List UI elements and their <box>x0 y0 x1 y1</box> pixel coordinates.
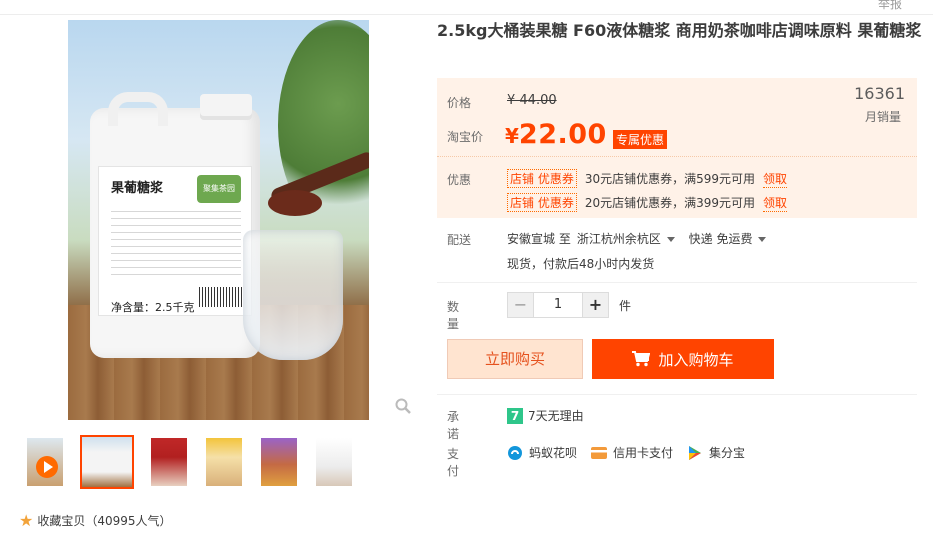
image-syrup-jug: 果葡糖浆 聚集茶园 净含量：2.5千克 <box>90 92 260 358</box>
star-icon: ★ <box>19 511 34 530</box>
jifenbao-icon <box>689 445 702 460</box>
main-product-image[interactable]: 果葡糖浆 聚集茶园 净含量：2.5千克 <box>68 20 369 420</box>
quantity-stepper: − 1 + <box>507 292 609 318</box>
cart-icon <box>632 351 651 367</box>
buy-now-button[interactable]: 立即购买 <box>447 339 583 379</box>
coupon-desc: 30元店铺优惠券，满599元可用 <box>584 172 756 186</box>
coupon-row: 店铺 优惠券 20元店铺优惠券，满399元可用 领取 <box>507 193 788 212</box>
delivery-label: 配送 <box>447 233 472 247</box>
coupon-row: 店铺 优惠券 30元店铺优惠券，满599元可用 领取 <box>507 169 788 188</box>
price-divider <box>437 156 917 157</box>
payment-jifenbao[interactable]: 集分宝 <box>687 444 745 461</box>
chevron-down-icon <box>666 237 675 242</box>
add-to-cart-button[interactable]: 加入购物车 <box>592 339 774 379</box>
chevron-down-icon <box>758 237 767 242</box>
quantity-input[interactable]: 1 <box>534 292 582 318</box>
jug-label-title: 果葡糖浆 <box>111 181 164 196</box>
huabei-icon <box>508 445 522 460</box>
current-price: ¥22.00 <box>505 119 607 150</box>
add-to-cart-label: 加入购物车 <box>658 350 734 369</box>
thumbnail-item[interactable] <box>149 436 189 488</box>
thumbnail-video[interactable] <box>25 436 65 488</box>
report-link[interactable]: 举报 <box>878 0 902 12</box>
coupon-desc: 20元店铺优惠券，满399元可用 <box>584 196 756 210</box>
thumbnail-item[interactable] <box>259 436 299 488</box>
divider <box>437 394 917 395</box>
original-price: ¥ 44.00 <box>507 93 557 108</box>
coupon-claim-link[interactable]: 领取 <box>763 194 788 212</box>
quantity-unit: 件 <box>619 299 632 313</box>
coupon-label: 优惠 <box>447 173 472 187</box>
monthly-sales-label: 月销量 <box>864 110 901 124</box>
delivery-note: 现货，付款后48小时内发货 <box>507 257 655 271</box>
favorite-button[interactable]: ★ 收藏宝贝（40995人气） <box>19 511 172 530</box>
payment-huabei[interactable]: 蚂蚁花呗 <box>507 444 577 461</box>
image-spoon-bowl <box>268 190 322 216</box>
price-panel: 价格 ¥ 44.00 淘宝价 ¥22.00 专属优惠 16361 月销量 优惠 … <box>437 78 917 218</box>
shipping-selector[interactable]: 快递 免运费 <box>689 230 767 247</box>
image-glass <box>243 230 343 360</box>
exclusive-deal-badge: 专属优惠 <box>613 130 668 149</box>
promise-label: 承诺 <box>447 410 460 441</box>
jug-label-logo: 聚集茶园 <box>197 175 241 203</box>
quantity-increase-button[interactable]: + <box>582 292 609 318</box>
price-label: 价格 <box>447 96 472 110</box>
thumbnail-item[interactable] <box>314 436 354 488</box>
promise-text[interactable]: 7天无理由 <box>528 407 584 424</box>
thumbnail-item[interactable] <box>204 436 244 488</box>
coupon-tag: 店铺 优惠券 <box>507 169 577 188</box>
barcode <box>199 287 243 307</box>
payment-label: 支付 <box>447 447 460 478</box>
favorite-label: 收藏宝贝（40995人气） <box>37 514 172 528</box>
product-title: 2.5kg大桶装果糖 F60液体糖浆 商用奶茶咖啡店调味原料 果葡糖浆 <box>437 21 922 40</box>
coupon-tag: 店铺 优惠券 <box>507 193 577 212</box>
ship-to-selector[interactable]: 浙江杭州余杭区 <box>577 230 675 247</box>
jug-label-net: 净含量：2.5千克 <box>111 301 195 314</box>
quantity-decrease-button[interactable]: − <box>507 292 534 318</box>
payment-credit-card[interactable]: 信用卡支付 <box>591 444 673 461</box>
thumbnail-strip <box>25 435 354 490</box>
credit-card-icon <box>591 446 608 459</box>
top-divider <box>0 14 933 15</box>
jug-label: 果葡糖浆 聚集茶园 净含量：2.5千克 <box>98 166 252 316</box>
seven-day-icon: 7 <box>507 407 523 424</box>
monthly-sales-count: 16361 <box>854 84 905 103</box>
play-icon <box>36 456 58 478</box>
quantity-label: 数量 <box>447 300 460 331</box>
thumbnail-item[interactable] <box>80 435 134 489</box>
jug-label-text <box>111 211 241 281</box>
ship-from: 安徽宣城 至 <box>507 232 571 246</box>
coupon-claim-link[interactable]: 领取 <box>763 170 788 188</box>
divider <box>437 282 917 283</box>
taobao-price-label: 淘宝价 <box>447 130 484 144</box>
zoom-icon[interactable] <box>395 398 411 414</box>
